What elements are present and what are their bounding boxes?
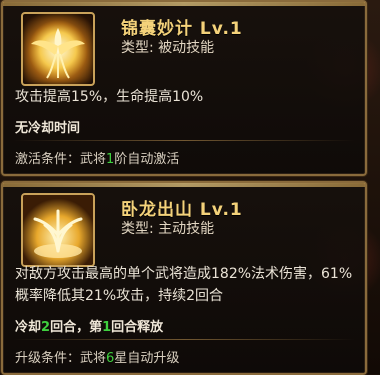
condition-unit: 星	[114, 351, 128, 366]
condition-suffix: 自动升级	[127, 351, 180, 366]
divider	[13, 339, 355, 340]
cooldown-prefix: 冷却	[15, 320, 42, 335]
cooldown-value: 2	[41, 320, 51, 335]
phoenix-icon	[21, 12, 95, 86]
skill-card-1[interactable]: 锦囊妙计 Lv.1 类型: 被动技能 攻击提高15%，生命提高10% 无冷却时间…	[1, 0, 367, 176]
activation-condition: 激活条件：武将1阶自动激活	[15, 148, 179, 167]
divider	[13, 140, 355, 141]
condition-suffix: 自动激活	[127, 152, 180, 167]
skill-card-2[interactable]: 卧龙出山 Lv.1 类型: 主动技能 对敌方攻击最高的单个武将造成182%法术伤…	[1, 181, 367, 375]
skill-type: 类型: 被动技能	[121, 40, 215, 56]
cooldown-value2: 1	[102, 320, 112, 335]
upgrade-condition: 升级条件：武将6星自动升级	[15, 347, 179, 366]
cooldown-mid: 回合，第	[50, 320, 103, 335]
skill-type: 类型: 主动技能	[121, 221, 215, 237]
skill-name: 锦囊妙计 Lv.1	[121, 19, 243, 39]
skill-name: 卧龙出山 Lv.1	[121, 200, 243, 220]
skill-description: 攻击提高15%，生命提高10%	[15, 89, 204, 105]
cooldown-text: 无冷却时间	[15, 121, 81, 136]
cooldown-text: 冷却2回合，第1回合释放	[15, 316, 163, 335]
skill-description: 对敌方攻击最高的单个武将造成182%法术伤害，61%概率降低其21%攻击，持续2…	[15, 266, 353, 304]
golden-tree-icon	[21, 193, 95, 267]
condition-unit: 阶	[114, 152, 128, 167]
condition-prefix: 激活条件：武将	[15, 152, 107, 167]
condition-prefix: 升级条件：武将	[15, 351, 107, 366]
cooldown-suffix: 回合释放	[111, 320, 164, 335]
